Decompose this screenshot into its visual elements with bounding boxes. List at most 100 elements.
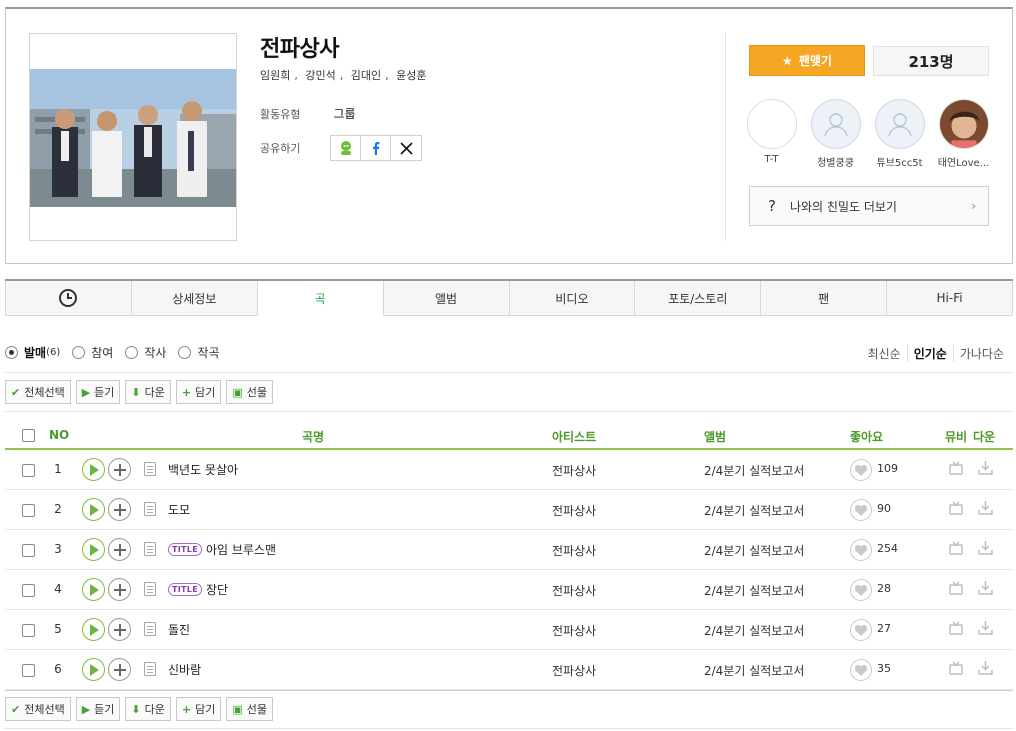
download-song-button[interactable] [978,540,993,558]
song-title[interactable]: 신바람 [168,661,201,678]
music-video-button[interactable] [949,541,963,558]
x-share-button[interactable] [391,136,421,160]
song-album[interactable]: 2/4분기 실적보고서 [704,502,804,519]
song-album[interactable]: 2/4분기 실적보고서 [704,622,804,639]
filter-compose-radio[interactable]: 작곡 [178,344,220,361]
like-button[interactable] [850,499,872,521]
add-button[interactable]: + 담기 [175,697,222,721]
filter-lyrics-radio[interactable]: 작사 [125,344,166,361]
song-title[interactable]: 장단 [206,581,228,598]
tab-songs[interactable]: 곡 [257,281,384,316]
download-song-button[interactable] [978,500,993,518]
sort-latest[interactable]: 최신순 [862,345,907,362]
song-title[interactable]: 돌진 [168,621,190,638]
music-video-button[interactable] [949,461,963,478]
tab-history[interactable] [5,281,132,316]
lyrics-icon[interactable] [144,662,156,676]
download-button[interactable]: ⬇ 다운 [125,380,171,404]
play-button[interactable] [82,578,105,601]
tab-fan[interactable]: 팬 [761,281,888,316]
like-button[interactable] [850,539,872,561]
select-all-checkbox[interactable] [22,429,35,442]
song-artist[interactable]: 전파상사 [552,462,596,479]
like-button[interactable] [850,459,872,481]
row-checkbox[interactable] [22,464,35,477]
music-video-button[interactable] [949,581,963,598]
add-to-playlist-button[interactable] [108,658,131,681]
tab-album[interactable]: 앨범 [383,281,510,316]
lyrics-icon[interactable] [144,542,156,556]
sort-popular[interactable]: 인기순 [906,345,953,362]
download-song-button[interactable] [978,660,993,678]
row-checkbox[interactable] [22,584,35,597]
download-button[interactable]: ⬇ 다운 [125,697,171,721]
add-to-playlist-button[interactable] [108,538,131,561]
play-button[interactable] [82,458,105,481]
song-album[interactable]: 2/4분기 실적보고서 [704,462,804,479]
member-link[interactable]: 임원희 [260,67,290,83]
fan-item[interactable]: 청별쿵쿵 [804,99,867,169]
gift-button[interactable]: ▣ 선물 [226,380,274,404]
lyrics-icon[interactable] [144,502,156,516]
download-song-button[interactable] [978,580,993,598]
song-title[interactable]: 도모 [168,501,190,518]
row-checkbox[interactable] [22,504,35,517]
song-album[interactable]: 2/4분기 실적보고서 [704,662,804,679]
song-title[interactable]: 아임 브루스맨 [206,541,276,558]
facebook-share-button[interactable] [361,136,391,160]
tab-video[interactable]: 비디오 [509,281,636,316]
play-button[interactable] [82,498,105,521]
song-artist[interactable]: 전파상사 [552,662,596,679]
song-artist[interactable]: 전파상사 [552,622,596,639]
listen-button[interactable]: ▶ 듣기 [75,380,121,404]
filter-participate-radio[interactable]: 참여 [72,344,113,361]
play-button[interactable] [82,658,105,681]
row-checkbox[interactable] [22,624,35,637]
member-link[interactable]: 강민석 [305,67,335,83]
add-button[interactable]: + 담기 [175,380,222,404]
add-to-playlist-button[interactable] [108,498,131,521]
song-artist[interactable]: 전파상사 [552,502,596,519]
fan-item[interactable]: T-T [740,99,803,169]
gift-button[interactable]: ▣ 선물 [226,697,274,721]
song-artist[interactable]: 전파상사 [552,542,596,559]
fan-item[interactable]: 태연Love... [932,99,995,169]
member-link[interactable]: 김대인 [351,67,381,83]
tab-hifi[interactable]: Hi-Fi [887,281,1013,316]
row-checkbox[interactable] [22,544,35,557]
like-button[interactable] [850,579,872,601]
lyrics-icon[interactable] [144,462,156,476]
select-all-button[interactable]: ✔ 전체선택 [5,380,71,404]
kakao-share-button[interactable] [331,136,361,160]
sort-alphabetical[interactable]: 가나다순 [952,345,1010,362]
tab-photo-story[interactable]: 포토/스토리 [635,281,762,316]
add-to-playlist-button[interactable] [108,618,131,641]
song-artist[interactable]: 전파상사 [552,582,596,599]
member-link[interactable]: 윤성훈 [396,67,426,83]
play-button[interactable] [82,618,105,641]
fan-item[interactable]: 튜브5cc5t [868,99,931,169]
play-button[interactable] [82,538,105,561]
listen-button[interactable]: ▶ 듣기 [75,697,121,721]
lyrics-icon[interactable] [144,582,156,596]
add-to-playlist-button[interactable] [108,578,131,601]
add-to-playlist-button[interactable] [108,458,131,481]
music-video-button[interactable] [949,621,963,638]
lyrics-icon[interactable] [144,622,156,636]
select-all-button[interactable]: ✔ 전체선택 [5,697,71,721]
artist-photo[interactable] [29,33,237,241]
like-button[interactable] [850,619,872,641]
like-button[interactable] [850,659,872,681]
song-album[interactable]: 2/4분기 실적보고서 [704,542,804,559]
tab-detail[interactable]: 상세정보 [131,281,258,316]
fan-button[interactable]: ★ 팬맺기 [749,45,865,76]
filter-release-radio[interactable]: 발매 (6) [5,344,60,361]
row-checkbox[interactable] [22,664,35,677]
download-song-button[interactable] [978,460,993,478]
song-title[interactable]: 백년도 못살아 [168,461,238,478]
song-album[interactable]: 2/4분기 실적보고서 [704,582,804,599]
download-song-button[interactable] [978,620,993,638]
music-video-button[interactable] [949,501,963,518]
music-video-button[interactable] [949,661,963,678]
affinity-more-button[interactable]: ? 나와의 친밀도 더보기 › [749,186,989,226]
